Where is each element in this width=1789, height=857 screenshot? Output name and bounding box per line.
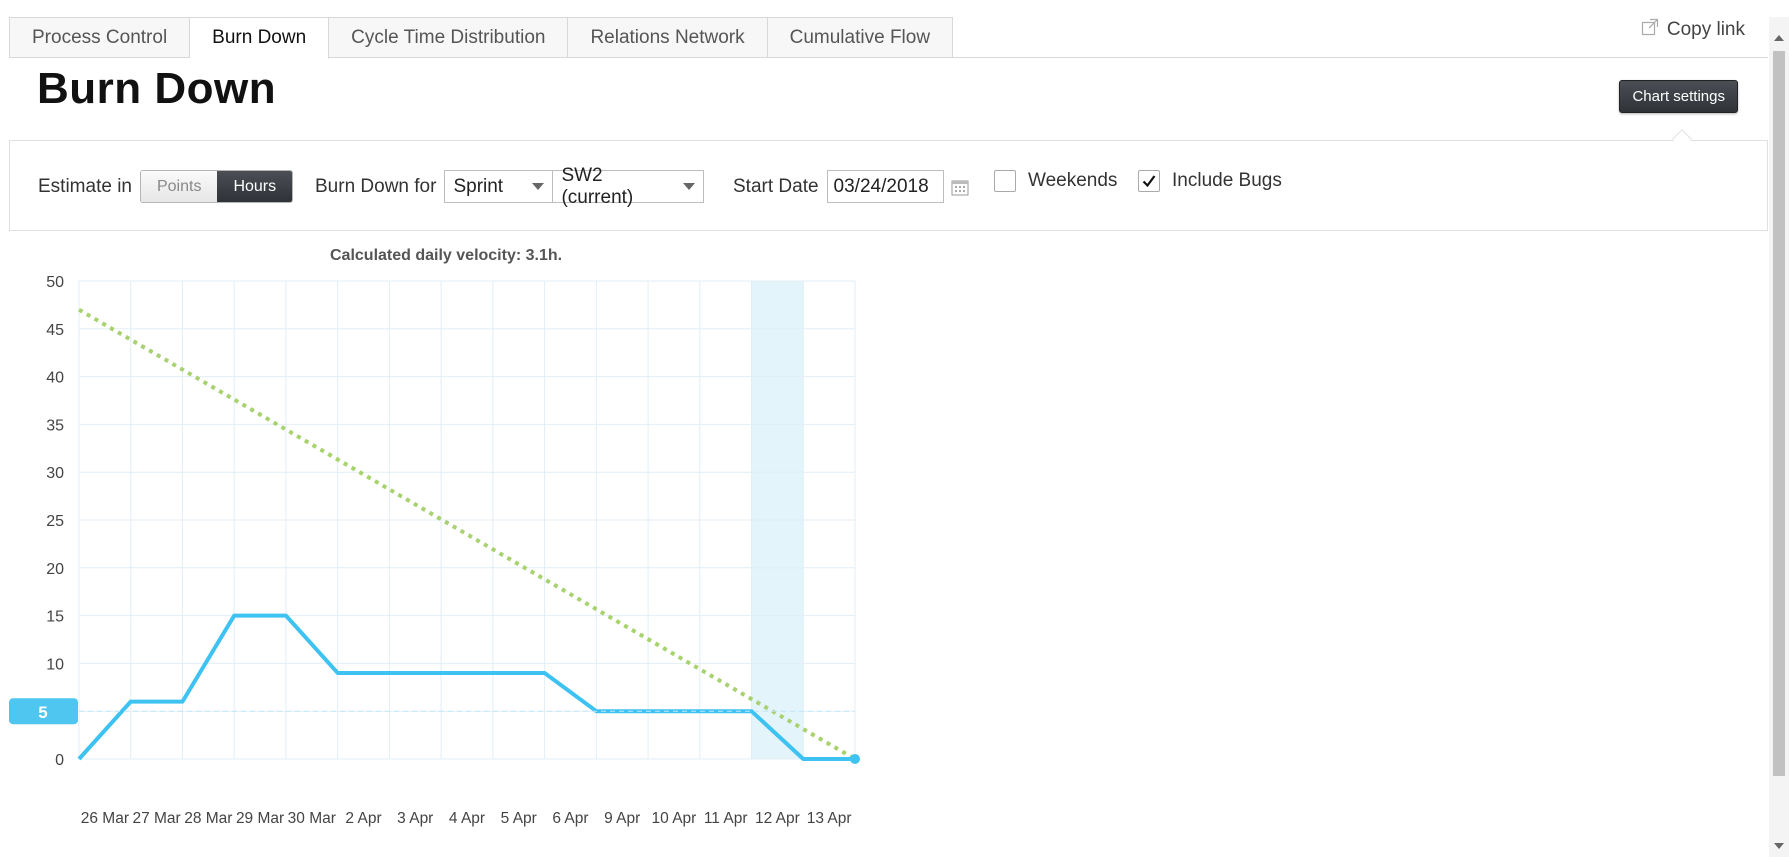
x-tick-label: 10 Apr [652, 810, 697, 827]
y-tick-label: 0 [55, 752, 64, 769]
x-tick-label: 13 Apr [807, 810, 852, 827]
x-tick-label: 3 Apr [397, 810, 433, 827]
x-tick-label: 6 Apr [552, 810, 588, 827]
x-tick-label: 12 Apr [755, 810, 800, 827]
vertical-scrollbar[interactable] [1769, 17, 1789, 857]
external-link-icon [1641, 18, 1659, 42]
include-bugs-checkbox[interactable] [1138, 170, 1160, 192]
y-tick-label: 45 [46, 322, 64, 339]
x-tick-label: 4 Apr [449, 810, 485, 827]
x-tick-label: 26 Mar [81, 810, 129, 827]
weekends-label: Weekends [1028, 170, 1118, 191]
y-tick-label: 35 [46, 417, 64, 434]
x-tick-label: 11 Apr [704, 810, 748, 827]
tab-cycle-time-distribution[interactable]: Cycle Time Distribution [329, 17, 569, 58]
calendar-icon[interactable] [950, 177, 970, 197]
value-marker-label: 5 [38, 703, 47, 722]
y-tick-label: 50 [46, 274, 64, 291]
scrollbar-thumb[interactable] [1773, 51, 1785, 776]
checkmark-icon [1142, 175, 1156, 188]
y-tick-label: 10 [46, 656, 64, 673]
weekends-control: Weekends [994, 170, 1117, 192]
tab-cumulative-flow[interactable]: Cumulative Flow [767, 17, 954, 58]
tab-process-control[interactable]: Process Control [9, 17, 191, 58]
copy-link-label: Copy link [1666, 19, 1745, 40]
tab-relations-network[interactable]: Relations Network [568, 17, 768, 58]
chart-settings-button[interactable]: Chart settings [1619, 80, 1738, 113]
tab-burn-down[interactable]: Burn Down [190, 17, 330, 59]
x-tick-label: 27 Mar [132, 810, 180, 827]
y-tick-label: 40 [46, 370, 64, 387]
x-tick-label: 9 Apr [604, 810, 640, 827]
burn-down-chart: 05101520253035404550 26 Mar27 Mar28 Mar2… [9, 274, 860, 827]
actual-burndown-line [77, 613, 855, 761]
x-tick-label: 5 Apr [501, 810, 537, 827]
x-tick-label: 28 Mar [184, 810, 232, 827]
weekends-checkbox[interactable] [994, 170, 1016, 192]
y-tick-label: 15 [46, 609, 64, 626]
tab-bar: Process Control Burn Down Cycle Time Dis… [9, 17, 954, 59]
x-tick-label: 30 Mar [288, 810, 336, 827]
data-point [850, 754, 860, 764]
include-bugs-label: Include Bugs [1172, 170, 1282, 191]
y-tick-label: 25 [46, 513, 64, 530]
y-tick-label: 30 [46, 465, 64, 482]
x-tick-label: 29 Mar [236, 810, 284, 827]
copy-link-button[interactable]: Copy link [1641, 18, 1745, 42]
x-tick-label: 2 Apr [345, 810, 381, 827]
include-bugs-control: Include Bugs [1138, 170, 1282, 192]
y-tick-label: 20 [46, 561, 64, 578]
scroll-up-arrow-icon[interactable] [1774, 35, 1784, 41]
scroll-down-arrow-icon[interactable] [1774, 843, 1784, 849]
